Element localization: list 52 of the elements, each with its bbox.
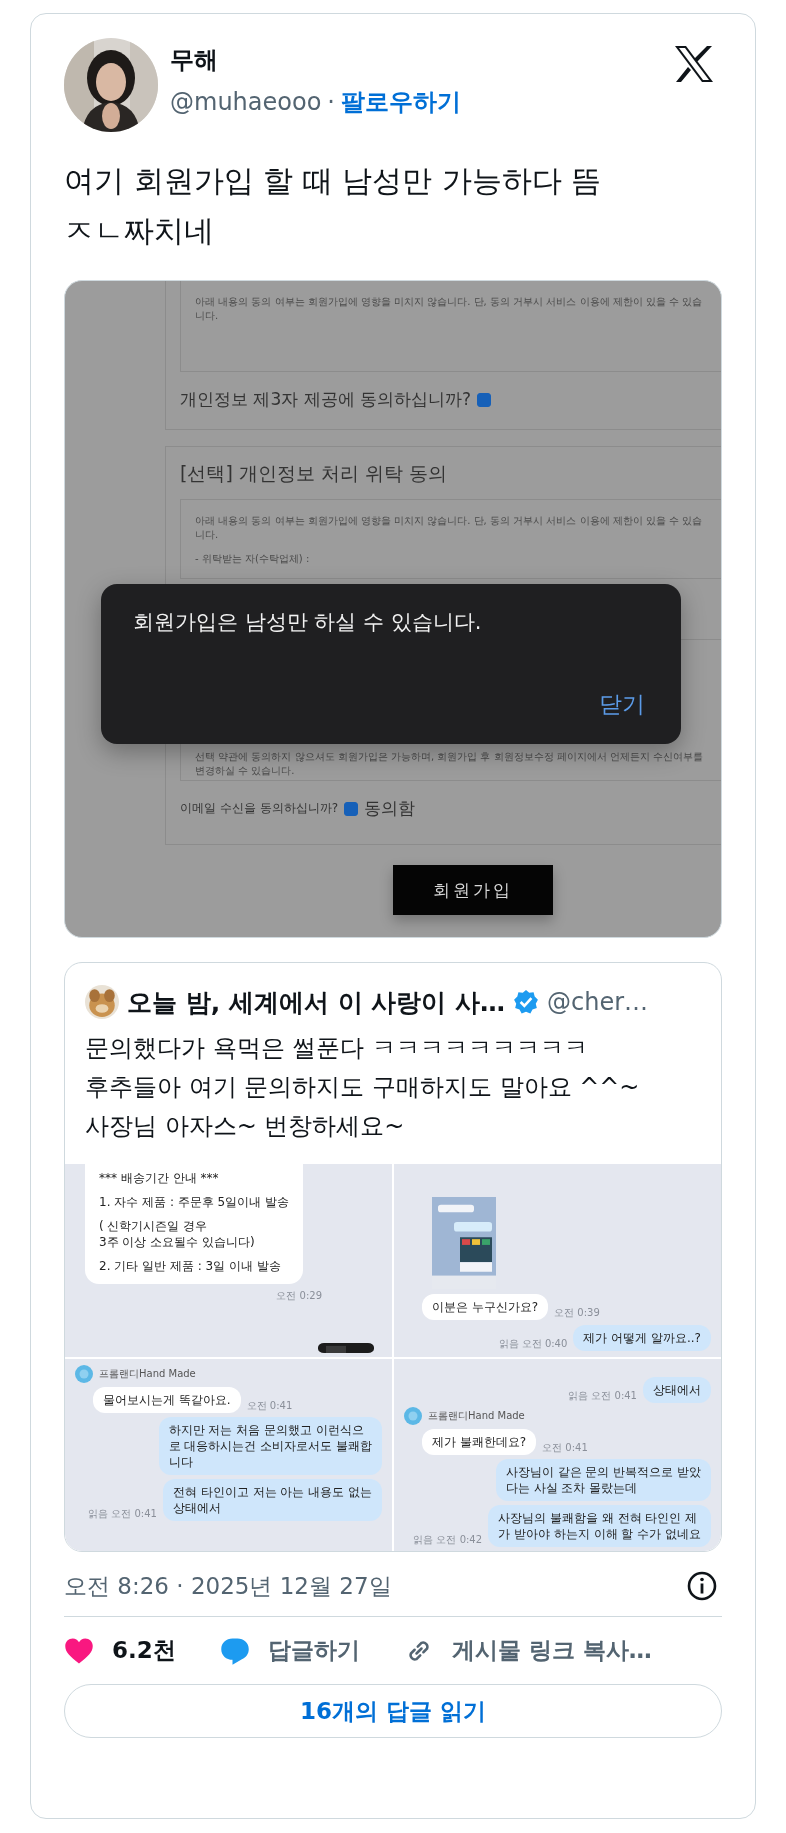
chat-bubble: 제가 불쾌한데요? <box>422 1429 537 1455</box>
question-text: 이메일 수신을 동의하십니까? <box>180 800 338 817</box>
quoted-text-line: 사장님 아자스~ 번창하세요~ <box>85 1111 406 1142</box>
message-time: 읽음 오전 0:40 <box>498 1336 568 1351</box>
chat-bubble: 물어보시는게 똑같아요. <box>93 1386 241 1413</box>
message-time: 오전 0:39 <box>554 1305 600 1320</box>
chat-bubble: 전혀 타인이고 저는 아는 내용도 없는 상태에서 <box>162 1478 382 1521</box>
chat-bubble: 사장님이 같은 문의 반복적으로 받았 다는 사실 조차 몰랐는데 <box>495 1459 711 1501</box>
chat-bubble: 제가 어떻게 알까요..? <box>573 1324 711 1351</box>
action-label[interactable]: 답글하기 <box>267 1635 360 1666</box>
sender-name: 프롬랜디Hand Made <box>428 1409 525 1423</box>
logo-icon[interactable] <box>674 46 714 82</box>
chat-bubble: *** 배송기간 안내 *** 1. 자수 제품 : 주문후 5일이내 발송 ( 신학기시즌일 경우 3주 이상 소요될수 있습니다) 2. 기타 일반 제품 : 3일 이내 발송 <box>85 1164 303 1284</box>
chat-bubble: 사장님의 불쾌함을 왜 전혀 타인인 제 가 받아야 하는지 이해 할 수가 없네요 <box>488 1505 711 1547</box>
message-time: 오전 0:41 <box>246 1398 293 1413</box>
quoted-author-name: 오늘 밤, 세계에서 이 사랑이 사… <box>127 986 505 1019</box>
read-replies-button[interactable]: 16개의 답글 읽기 <box>64 1684 722 1738</box>
checkbox[interactable] <box>344 801 358 816</box>
quoted-text-line: 문의했다가 욕먹은 썰푼다 ㅋㅋㅋㅋㅋㅋㅋㅋㅋ <box>85 1033 589 1064</box>
message-time: 읽음 오전 0:41 <box>88 1506 157 1521</box>
question-text: 개인정보 제3자 제공에 동의하십니까? <box>180 388 472 411</box>
tweet-text: 여기 회원가입 할 때 남성만 가능하다 뜸 ㅈㄴ짜치네 <box>64 162 603 250</box>
signup-button[interactable]: 회원가입 <box>393 865 553 915</box>
notice-text: 선택 약관에 동의하지 않으셔도 회원가입은 가능하며, 회원가입 후 회원정보수정 페이지에서 언제든지 수신여부를 변경하실 수 있습니다. <box>195 750 705 778</box>
avatar-icon <box>75 1364 93 1383</box>
follow-link[interactable]: 팔로우하기 <box>340 86 461 118</box>
separator: · <box>327 88 335 116</box>
avatar-icon <box>404 1407 422 1425</box>
chat-bubble: 상태에서 <box>643 1377 711 1403</box>
message-time: 읽음 오전 0:41 <box>568 1389 637 1403</box>
post-timestamp[interactable]: 오전 8:26 · 2025년 12월 27일 <box>64 1570 392 1602</box>
author-name: 무해 <box>170 45 219 76</box>
author-handle: @muhaeooo <box>170 88 322 116</box>
dialog-message: 회원가입은 남성만 하실 수 있습니다. <box>133 609 483 636</box>
notice-text: 아래 내용의 동의 여부는 회원가입에 영향을 미치지 않습니다. 단, 동의 거부시 서비스 이용에 제한이 있을 수 있습니다. <box>195 514 704 542</box>
action-label[interactable]: 게시물 링크 복사… <box>451 1635 652 1666</box>
info-icon[interactable] <box>686 1570 718 1602</box>
action-label[interactable]: 6.2천 <box>112 1635 176 1666</box>
chat-bubble: 하지만 저는 처음 문의했고 이런식으 로 대응하시는건 소비자로서도 불쾌합 니다 <box>158 1416 382 1475</box>
detail-text: - 위탁받는 자(수탁업체) : <box>195 552 311 566</box>
chat-bubble: 이분은 누구신가요? <box>422 1293 549 1320</box>
sender-name: 프롬랜디Hand Made <box>99 1366 196 1381</box>
section-title: [선택] 개인정보 처리 위탁 동의 <box>180 461 448 486</box>
close-button[interactable]: 닫기 <box>599 689 651 720</box>
message-time: 오전 0:29 <box>276 1289 322 1303</box>
notice-text: 아래 내용의 동의 여부는 회원가입에 영향을 미치지 않습니다. 단, 동의 거부시 서비스 이용에 제한이 있을 수 있습니다. <box>195 295 704 323</box>
checkbox[interactable] <box>477 392 492 407</box>
message-time: 읽음 오전 0:42 <box>413 1533 483 1547</box>
message-time: 오전 0:41 <box>542 1441 588 1455</box>
agree-label: 동의함 <box>364 797 415 820</box>
quoted-text-line: 후추들아 여기 문의하지도 구매하지도 말아요 ^^~ <box>85 1072 641 1103</box>
quoted-author-handle: @cher… <box>547 988 649 1016</box>
